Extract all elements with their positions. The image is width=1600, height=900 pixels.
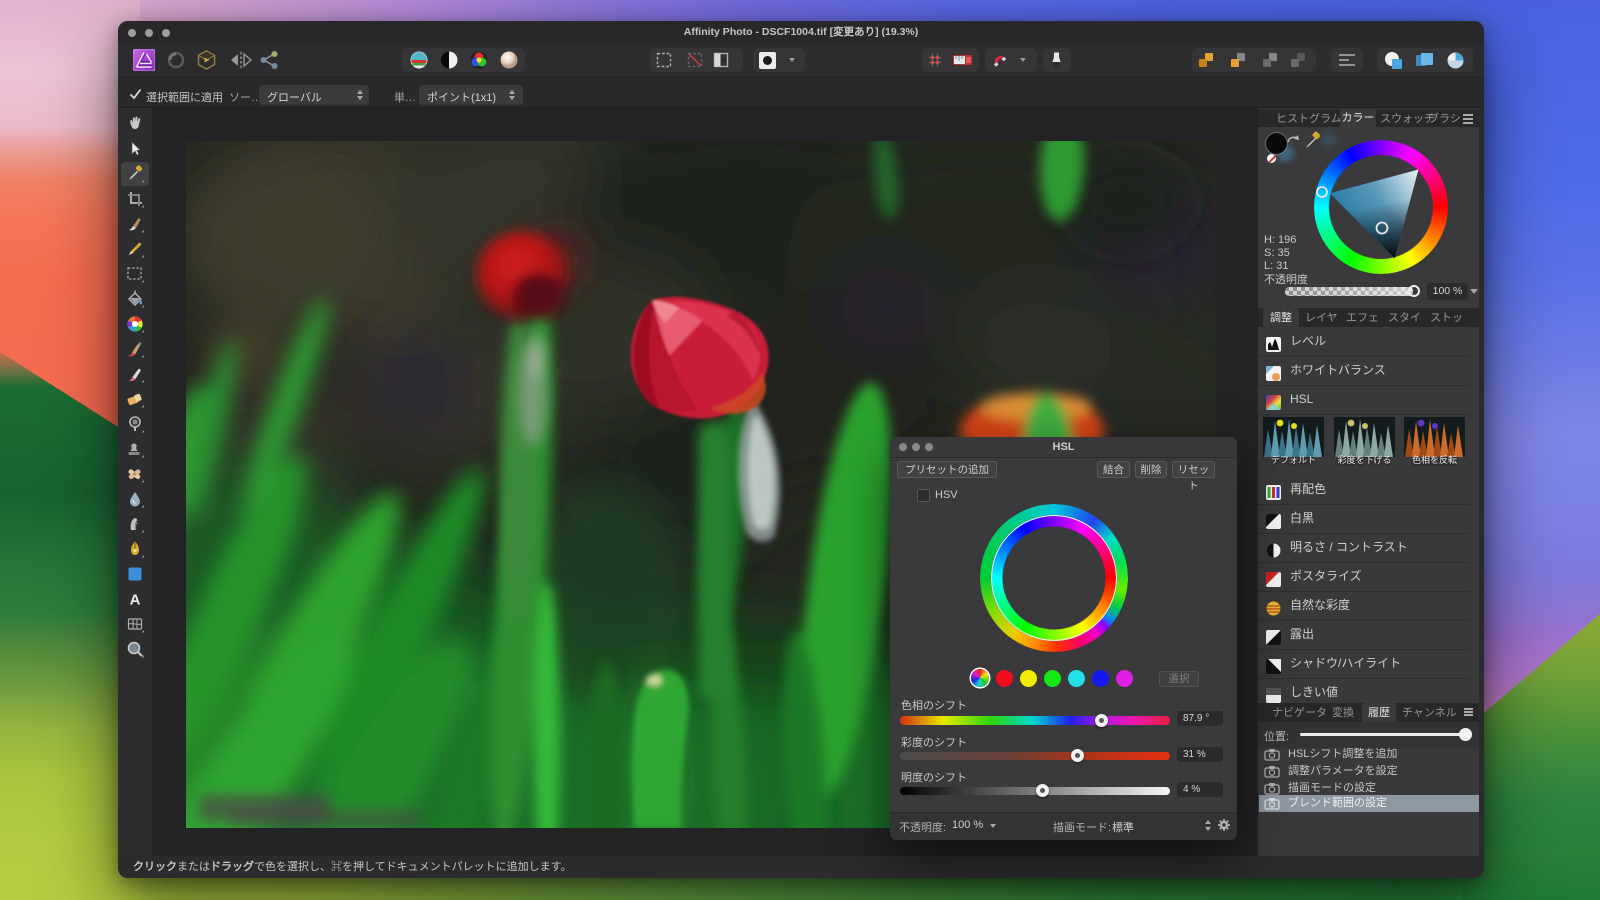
svg-text:A: A [130, 592, 141, 609]
